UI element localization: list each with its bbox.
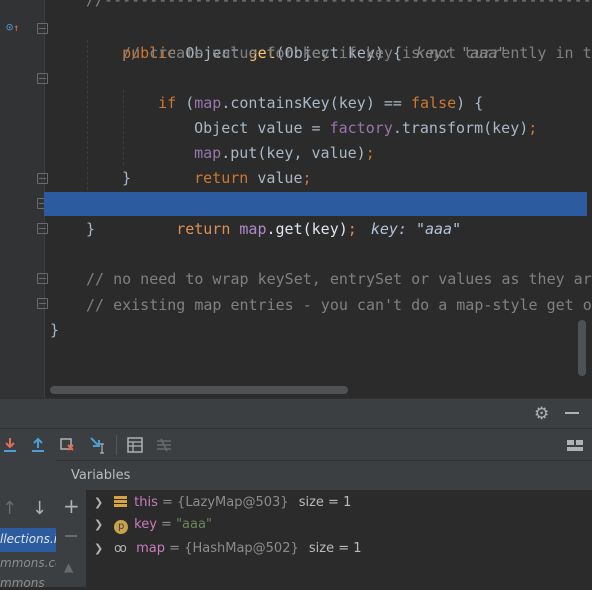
variable-value: {HashMap@502} (184, 541, 299, 556)
variable-value: "aaa" (176, 517, 212, 532)
add-watch-icon[interactable]: + (63, 494, 80, 518)
minimize-icon[interactable] (565, 412, 579, 414)
keyword: return (176, 220, 231, 238)
run-to-cursor-icon[interactable] (88, 435, 108, 455)
fold-marker-icon[interactable] (37, 273, 48, 284)
layout-settings-icon[interactable] (565, 435, 585, 455)
variable-extra: size = 1 (298, 495, 352, 510)
frame-label: llections.i (0, 532, 56, 546)
frame-item[interactable]: mmons (0, 576, 56, 590)
code-text: .transform(key) (392, 119, 529, 137)
current-execution-line[interactable]: return map.get(key); key: "aaa" (44, 192, 587, 238)
field-ref: map (239, 220, 267, 238)
step-out-icon[interactable] (28, 435, 48, 455)
variables-title: Variables (71, 468, 131, 483)
variable-eq: = (165, 541, 185, 556)
frame-item-selected[interactable]: llections.i (0, 528, 56, 552)
code-line-return-value: return value; (158, 141, 311, 187)
code-text: value (248, 169, 303, 187)
variable-name: this (134, 495, 158, 510)
horizontal-scrollbar[interactable] (50, 386, 348, 394)
code-line-close-method: } (86, 220, 96, 238)
fold-marker-icon[interactable] (37, 223, 48, 234)
variables-header: Variables (56, 460, 592, 492)
code-line-assignment: Object value = factory.transform(key); (158, 91, 537, 137)
param-icon: p (114, 520, 129, 534)
variables-tree: ❯ this = {LazyMap@503} size = 1 ❯ p key =… (86, 490, 592, 587)
expand-chevron-icon[interactable]: ❯ (94, 514, 110, 536)
frames-panel: ↑ ↓ llections.i mmons.co mmons (0, 460, 57, 590)
code-line-if: if (map.containsKey(key) == false) { (122, 66, 483, 112)
frame-label: mmons (0, 576, 45, 590)
editor-gutter: ⊙↑ (0, 0, 48, 398)
code-line-comment: // existing map entries - you can't do a… (86, 296, 592, 314)
move-up-icon[interactable]: ▲ (64, 560, 73, 574)
code-line-top-comment: //--------------------------------------… (86, 0, 592, 9)
fold-marker-icon[interactable] (37, 23, 48, 34)
semicolon: ; (365, 144, 375, 162)
remove-watch-icon[interactable] (65, 535, 77, 537)
semicolon: ; (347, 220, 357, 238)
variable-row-this[interactable]: ❯ this = {LazyMap@503} size = 1 (94, 492, 351, 514)
frame-up-arrow-icon[interactable]: ↑ (2, 498, 17, 519)
frame-label: mmons.co (0, 556, 56, 570)
fields-icon (114, 496, 128, 507)
vertical-scrollbar[interactable] (578, 320, 586, 376)
step-into-icon[interactable] (0, 435, 20, 455)
method-override-marker-icon[interactable]: ⊙↑ (6, 20, 24, 34)
variables-side-toolbar: + ▲ (56, 490, 87, 587)
frame-item[interactable]: mmons.co (0, 553, 56, 575)
expand-chevron-icon[interactable]: ❯ (94, 538, 110, 560)
watch-glasses-icon: oo (114, 541, 127, 555)
fold-marker-icon[interactable] (37, 298, 48, 309)
variable-row-map[interactable]: ❯ oo map = {HashMap@502} size = 1 (94, 537, 362, 559)
variable-eq: = (156, 517, 177, 532)
fold-marker-icon[interactable] (37, 73, 48, 84)
debug-toolbar (0, 428, 592, 461)
inline-value-hint: key: "aaa" (370, 220, 462, 238)
expand-chevron-icon[interactable]: ❯ (94, 492, 110, 514)
fold-marker-icon[interactable] (37, 173, 48, 184)
code-line-return-get: return map.get(key); key: "aaa" (122, 192, 461, 238)
variable-row-key[interactable]: ❯ p key = "aaa" (94, 514, 212, 536)
variable-eq: = (157, 495, 178, 510)
keyword: return (194, 169, 249, 187)
drop-frame-icon[interactable] (57, 435, 77, 455)
code-line-close-class: } (50, 321, 60, 339)
variable-extra: size = 1 (308, 541, 362, 556)
variable-value: {LazyMap@503} (177, 495, 289, 510)
evaluate-expression-icon[interactable] (125, 435, 145, 455)
semicolon: ; (302, 169, 312, 187)
frame-down-arrow-icon[interactable]: ↓ (32, 498, 47, 519)
gear-icon[interactable]: ⚙ (534, 404, 549, 424)
code-line-method-signature: public Object get(Object key) {key: "aaa… (86, 16, 506, 62)
toolbar-divider (116, 435, 117, 455)
code-line-comment: // no need to wrap keySet, entrySet or v… (86, 270, 592, 288)
variable-name: map (136, 541, 166, 556)
code-editor[interactable]: ⊙↑ //-----------------------------------… (0, 0, 592, 398)
debug-panel-header: ⚙ (0, 398, 592, 429)
code-line-put: map.put(key, value); (158, 116, 375, 162)
code-line-close-if: } (122, 169, 132, 187)
semicolon: ; (528, 119, 538, 137)
trace-stream-icon[interactable] (154, 435, 174, 455)
code-text: .get(key) (266, 220, 348, 238)
code-line-comment: // create value for key if key is not cu… (122, 44, 592, 62)
variable-name: key (134, 517, 157, 532)
